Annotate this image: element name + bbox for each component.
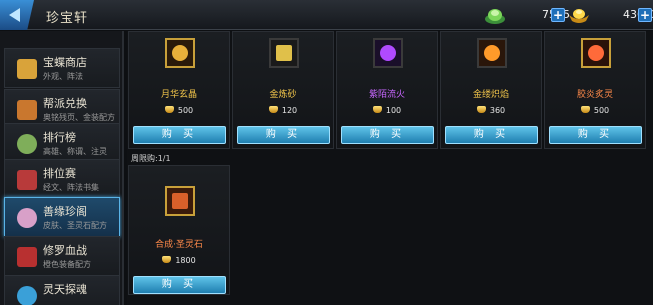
item-price: 120 bbox=[233, 106, 333, 115]
gold-currency: 43613 + bbox=[568, 5, 653, 25]
item-slot[interactable] bbox=[165, 186, 195, 216]
moon-crystal-icon bbox=[172, 45, 188, 61]
item-price: 360 bbox=[441, 106, 541, 115]
buy-button[interactable]: 购 买 bbox=[341, 126, 434, 144]
sidebar-item-spirit-quest[interactable]: 灵天探魂 bbox=[4, 275, 120, 305]
top-bar: 珍宝轩 7595 + 43613 + bbox=[0, 0, 653, 30]
sidebar-item-subtitle: 经文、阵法书集 bbox=[43, 183, 99, 192]
price-value: 360 bbox=[489, 106, 506, 115]
shop-item-card: 紫陌流火 100 购 买 bbox=[336, 31, 438, 149]
shop-item-card: 金缕炽焰 360 购 买 bbox=[440, 31, 542, 149]
item-slot[interactable] bbox=[165, 38, 195, 68]
item-price: 500 bbox=[129, 106, 229, 115]
gold-ingot-icon bbox=[569, 9, 589, 23]
weekly-limit-label: 周限购:1/1 bbox=[131, 154, 171, 163]
sidebar-item-subtitle: 外观、阵法 bbox=[43, 72, 83, 81]
sidebar-item-subtitle: 高雄、称谓、注灵 bbox=[43, 147, 107, 156]
jade-ingot-icon bbox=[485, 9, 505, 24]
buy-button[interactable]: 购 买 bbox=[549, 126, 642, 144]
item-price: 1800 bbox=[129, 256, 229, 265]
item-price: 100 bbox=[337, 106, 437, 115]
price-value: 500 bbox=[593, 106, 610, 115]
item-slot[interactable] bbox=[581, 38, 611, 68]
asura-battle-icon bbox=[17, 247, 37, 267]
item-name: 月华玄晶 bbox=[160, 90, 197, 100]
sidebar-item-subtitle: 皮肤、圣灵石配方 bbox=[43, 221, 107, 230]
purple-flame-icon bbox=[380, 45, 396, 61]
item-name: 金缕炽焰 bbox=[472, 90, 509, 100]
sidebar-item-label: 善缘珍阁 bbox=[43, 205, 87, 218]
shop-category-sidebar: 宝蝶商店 外观、阵法 帮派兑换 奥铭残页、金装配方 排行榜 高雄、称谓、注灵 排… bbox=[0, 31, 124, 305]
price-value: 100 bbox=[385, 106, 402, 115]
gold-ingot-icon bbox=[268, 106, 278, 113]
sidebar-item-label: 修罗血战 bbox=[43, 244, 87, 257]
gold-ingot-icon bbox=[372, 106, 382, 113]
guild-exchange-icon bbox=[17, 100, 37, 120]
ranked-match-icon bbox=[17, 170, 37, 190]
spirit-quest-icon bbox=[17, 286, 37, 305]
gold-flame-icon bbox=[484, 45, 500, 61]
price-value: 120 bbox=[281, 106, 298, 115]
item-name: 金炼砂 bbox=[269, 90, 297, 100]
sidebar-item-karma-pavilion[interactable]: 善缘珍阁 皮肤、圣灵石配方 bbox=[4, 197, 120, 237]
gold-sand-icon bbox=[276, 45, 292, 61]
sidebar-item-subtitle: 奥铭残页、金装配方 bbox=[43, 113, 115, 122]
ranking-icon bbox=[17, 134, 37, 154]
item-price: 500 bbox=[545, 106, 645, 115]
gold-ingot-icon bbox=[580, 106, 590, 113]
sidebar-item-label: 排位赛 bbox=[43, 167, 76, 180]
item-name: 合成·圣灵石 bbox=[155, 240, 203, 250]
sidebar-item-label: 宝蝶商店 bbox=[43, 56, 87, 69]
sidebar-item-label: 灵天探魂 bbox=[43, 283, 87, 296]
blaze-spirit-icon bbox=[588, 45, 604, 61]
sidebar-item-treasure-shop[interactable]: 宝蝶商店 外观、阵法 bbox=[4, 48, 120, 88]
buy-button[interactable]: 购 买 bbox=[445, 126, 538, 144]
back-arrow-icon bbox=[9, 8, 20, 22]
buy-button[interactable]: 购 买 bbox=[133, 276, 226, 294]
shop-item-card: 金炼砂 120 购 买 bbox=[232, 31, 334, 149]
sidebar-item-label: 排行榜 bbox=[43, 131, 76, 144]
treasure-shop-icon bbox=[17, 59, 37, 79]
item-slot[interactable] bbox=[477, 38, 507, 68]
scroll-icon bbox=[172, 193, 188, 209]
gold-ingot-icon bbox=[162, 256, 172, 263]
sidebar-item-label: 帮派兑换 bbox=[43, 97, 87, 110]
sidebar-item-ranking[interactable]: 排行榜 高雄、称谓、注灵 bbox=[4, 123, 120, 163]
sidebar-item-subtitle: 橙色装备配方 bbox=[43, 260, 91, 269]
shop-item-card: 胶炎炙灵 500 购 买 bbox=[544, 31, 646, 149]
karma-pavilion-icon bbox=[17, 208, 37, 228]
item-name: 紫陌流火 bbox=[368, 90, 405, 100]
buy-button[interactable]: 购 买 bbox=[133, 126, 226, 144]
sidebar-item-asura-battle[interactable]: 修罗血战 橙色装备配方 bbox=[4, 236, 120, 276]
price-value: 500 bbox=[177, 106, 194, 115]
gold-ingot-icon bbox=[164, 106, 174, 113]
sidebar-item-ranked-match[interactable]: 排位赛 经文、阵法书集 bbox=[4, 159, 120, 199]
page-title: 珍宝轩 bbox=[46, 11, 89, 26]
price-value: 1800 bbox=[175, 256, 196, 265]
add-jade-button[interactable]: + bbox=[551, 8, 565, 22]
shop-item-card: 月华玄晶 500 购 买 bbox=[128, 31, 230, 149]
gold-ingot-icon bbox=[476, 106, 486, 113]
item-name: 胶炎炙灵 bbox=[576, 90, 613, 100]
shop-item-card: 合成·圣灵石 1800 购 买 bbox=[128, 165, 230, 295]
back-button[interactable] bbox=[0, 0, 34, 30]
add-gold-button[interactable]: + bbox=[638, 8, 652, 22]
item-slot[interactable] bbox=[269, 38, 299, 68]
jade-currency: 7595 + bbox=[484, 5, 570, 25]
item-slot[interactable] bbox=[373, 38, 403, 68]
buy-button[interactable]: 购 买 bbox=[237, 126, 330, 144]
